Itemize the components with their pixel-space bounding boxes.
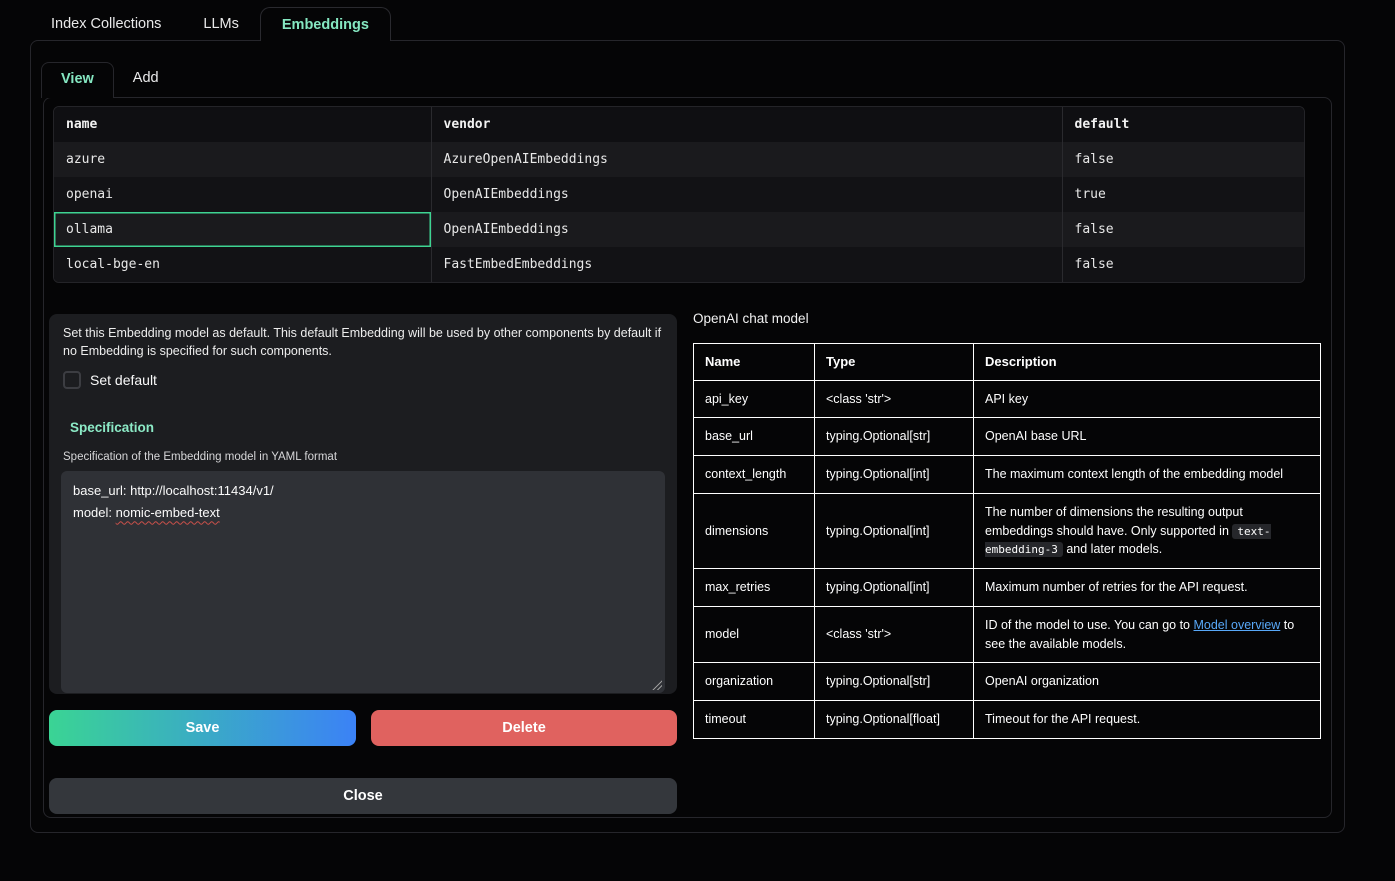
specification-caption: Specification of the Embedding model in …: [63, 451, 663, 463]
doc-row-dimensions: dimensions typing.Optional[int] The numb…: [694, 493, 1321, 568]
doc-cell-name: dimensions: [694, 493, 815, 568]
doc-cell-name: max_retries: [694, 569, 815, 607]
doc-row-api-key: api_key <class 'str'> API key: [694, 380, 1321, 418]
doc-col-description: Description: [974, 344, 1321, 381]
doc-cell-name: api_key: [694, 380, 815, 418]
doc-cell-name: timeout: [694, 701, 815, 739]
cell-name: azure: [54, 142, 431, 177]
tab-view[interactable]: View: [41, 62, 114, 98]
doc-row-organization: organization typing.Optional[str] OpenAI…: [694, 663, 1321, 701]
doc-cell-type: typing.Optional[int]: [815, 569, 974, 607]
yaml-line-2: model: nomic-embed-text: [73, 502, 653, 524]
doc-cell-name: context_length: [694, 456, 815, 494]
cell-default: false: [1062, 247, 1304, 282]
yaml-spec-editor[interactable]: base_url: http://localhost:11434/v1/ mod…: [61, 471, 665, 693]
close-button[interactable]: Close: [49, 778, 677, 814]
doc-col-name: Name: [694, 344, 815, 381]
doc-cell-type: typing.Optional[int]: [815, 456, 974, 494]
cell-name: openai: [54, 177, 431, 212]
set-default-label: Set default: [90, 372, 157, 388]
doc-cell-description: The number of dimensions the resulting o…: [974, 493, 1321, 568]
doc-table: Name Type Description api_key <class 'st…: [693, 343, 1323, 739]
embeddings-table-header: name vendor default: [54, 107, 1304, 142]
resize-handle-icon[interactable]: [651, 679, 662, 690]
doc-cell-description: OpenAI organization: [974, 663, 1321, 701]
col-header-name: name: [54, 107, 431, 142]
doc-cell-type: <class 'str'>: [815, 380, 974, 418]
doc-cell-description: OpenAI base URL: [974, 418, 1321, 456]
doc-cell-description: Timeout for the API request.: [974, 701, 1321, 739]
sub-tab-bar: View Add: [41, 62, 178, 98]
doc-row-context-length: context_length typing.Optional[int] The …: [694, 456, 1321, 494]
set-default-checkbox[interactable]: [63, 371, 81, 389]
doc-row-timeout: timeout typing.Optional[float] Timeout f…: [694, 701, 1321, 739]
specification-heading: Specification: [70, 420, 663, 435]
save-button[interactable]: Save: [49, 710, 356, 746]
cell-name: local-bge-en: [54, 247, 431, 282]
doc-panel-title: OpenAI chat model: [693, 311, 809, 326]
doc-cell-type: typing.Optional[int]: [815, 493, 974, 568]
doc-cell-type: <class 'str'>: [815, 606, 974, 663]
table-row-azure[interactable]: azure AzureOpenAIEmbeddings false: [54, 142, 1304, 177]
cell-name-selected: ollama: [54, 212, 431, 247]
yaml-line-1: base_url: http://localhost:11434/v1/: [73, 480, 653, 502]
cell-default: true: [1062, 177, 1304, 212]
doc-col-type: Type: [815, 344, 974, 381]
doc-cell-type: typing.Optional[str]: [815, 418, 974, 456]
cell-default: false: [1062, 212, 1304, 247]
view-tab-panel: name vendor default azure AzureOpenAIEmb…: [43, 97, 1332, 818]
table-row-ollama[interactable]: ollama OpenAIEmbeddings false: [54, 212, 1304, 247]
delete-button[interactable]: Delete: [371, 710, 677, 746]
doc-cell-type: typing.Optional[float]: [815, 701, 974, 739]
embedding-detail-card: Set this Embedding model as default. Thi…: [49, 314, 677, 694]
col-header-vendor: vendor: [431, 107, 1062, 142]
doc-cell-description: ID of the model to use. You can go to Mo…: [974, 606, 1321, 663]
embeddings-tab-panel: View Add name vendor default azure Azure…: [30, 40, 1345, 833]
doc-cell-name: base_url: [694, 418, 815, 456]
cell-vendor: FastEmbedEmbeddings: [431, 247, 1062, 282]
doc-table-header: Name Type Description: [694, 344, 1321, 381]
set-default-row: Set default: [63, 369, 663, 391]
tab-index-collections[interactable]: Index Collections: [30, 7, 182, 41]
default-description: Set this Embedding model as default. Thi…: [63, 324, 663, 360]
misspelled-word: nomic-embed-text: [116, 505, 220, 520]
doc-cell-name: model: [694, 606, 815, 663]
table-row-local-bge-en[interactable]: local-bge-en FastEmbedEmbeddings false: [54, 247, 1304, 282]
cell-vendor: OpenAIEmbeddings: [431, 212, 1062, 247]
model-overview-link[interactable]: Model overview: [1193, 618, 1280, 632]
cell-vendor: OpenAIEmbeddings: [431, 177, 1062, 212]
doc-cell-description: Maximum number of retries for the API re…: [974, 569, 1321, 607]
cell-default: false: [1062, 142, 1304, 177]
doc-row-model: model <class 'str'> ID of the model to u…: [694, 606, 1321, 663]
doc-row-base-url: base_url typing.Optional[str] OpenAI bas…: [694, 418, 1321, 456]
tab-llms[interactable]: LLMs: [182, 7, 259, 41]
doc-row-max-retries: max_retries typing.Optional[int] Maximum…: [694, 569, 1321, 607]
tab-add[interactable]: Add: [114, 62, 178, 98]
top-tab-bar: Index Collections LLMs Embeddings: [30, 7, 391, 41]
doc-cell-type: typing.Optional[str]: [815, 663, 974, 701]
tab-embeddings[interactable]: Embeddings: [260, 7, 391, 41]
doc-cell-name: organization: [694, 663, 815, 701]
doc-cell-description: The maximum context length of the embedd…: [974, 456, 1321, 494]
embeddings-table: name vendor default azure AzureOpenAIEmb…: [53, 106, 1305, 283]
doc-cell-description: API key: [974, 380, 1321, 418]
cell-vendor: AzureOpenAIEmbeddings: [431, 142, 1062, 177]
col-header-default: default: [1062, 107, 1304, 142]
table-row-openai[interactable]: openai OpenAIEmbeddings true: [54, 177, 1304, 212]
